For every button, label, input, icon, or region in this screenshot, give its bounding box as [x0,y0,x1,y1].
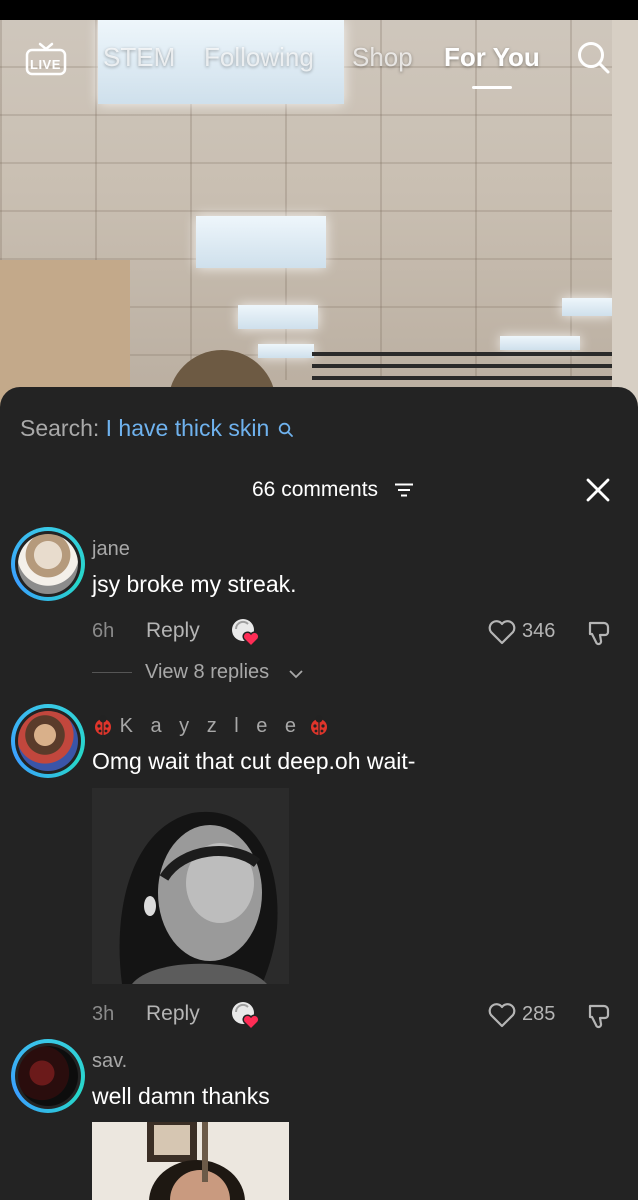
comment-text: Omg wait that cut deep.oh wait- [92,748,416,774]
dislike-icon[interactable] [586,619,614,647]
comment-text: well damn thanks [92,1083,270,1109]
tab-for-you[interactable]: For You [444,42,540,72]
live-label: LIVE [30,57,61,72]
clothing-rack [312,352,612,392]
close-icon[interactable] [585,477,611,503]
dislike-icon[interactable] [586,1002,614,1030]
active-tab-indicator [472,86,512,89]
reply-button[interactable]: Reply [146,1000,200,1028]
comment-time: 6h [92,620,115,642]
avatar[interactable] [11,1039,85,1113]
search-prefix: Search: [20,415,100,441]
like-count: 346 [522,620,556,642]
search-suggestion[interactable]: Search: I have thick skin [20,413,294,445]
comments-header: 66 comments [0,477,638,507]
replies-divider [92,672,132,673]
search-icon[interactable] [576,40,612,76]
comment-actions: 6h Reply 346 [92,617,622,648]
like-heart-icon[interactable] [487,1002,517,1028]
view-replies-button[interactable]: View 8 replies [92,658,392,686]
avatar[interactable] [11,704,85,778]
chevron-down-icon [289,666,303,684]
ceiling-light [500,336,580,350]
view-replies-label: View 8 replies [145,661,270,683]
comment-username[interactable]: jane [92,537,130,561]
search-icon [278,415,294,445]
ceiling-light [196,216,326,268]
like-count: 285 [522,1003,556,1025]
live-tv-icon[interactable]: LIVE [24,42,68,78]
comment-actions: 3h Reply 285 [92,1000,622,1031]
ladybug-icon [92,715,120,737]
ladybug-icon [302,715,330,737]
status-bar [0,0,638,20]
react-heart-icon[interactable] [230,1000,262,1031]
filter-icon[interactable] [395,483,413,502]
comment-text: jsy broke my streak. [92,571,297,597]
comment-image[interactable] [92,1122,289,1200]
ceiling-light [258,344,314,358]
react-heart-icon[interactable] [230,617,262,648]
like-heart-icon[interactable] [487,619,517,645]
ceiling-light [238,305,318,329]
ceiling-light [562,298,614,316]
reply-button[interactable]: Reply [146,617,200,645]
tab-shop[interactable]: Shop [352,42,413,72]
comments-count: 66 comments [252,478,379,501]
comment-username-text: K a y z l e e [119,715,303,737]
comment-username[interactable]: K a y z l e e [92,714,330,738]
comments-sheet: Search: I have thick skin 66 comments ja… [0,387,638,1200]
comment-username[interactable]: sav. [92,1049,127,1073]
comment-time: 3h [92,1003,115,1025]
comment-image[interactable] [92,788,289,984]
avatar[interactable] [11,527,85,601]
tab-following[interactable]: Following [204,42,314,72]
top-nav: LIVE STEM Following Shop For You [0,28,638,100]
tab-stem[interactable]: STEM [103,42,175,72]
search-term-link[interactable]: I have thick skin [106,415,270,441]
